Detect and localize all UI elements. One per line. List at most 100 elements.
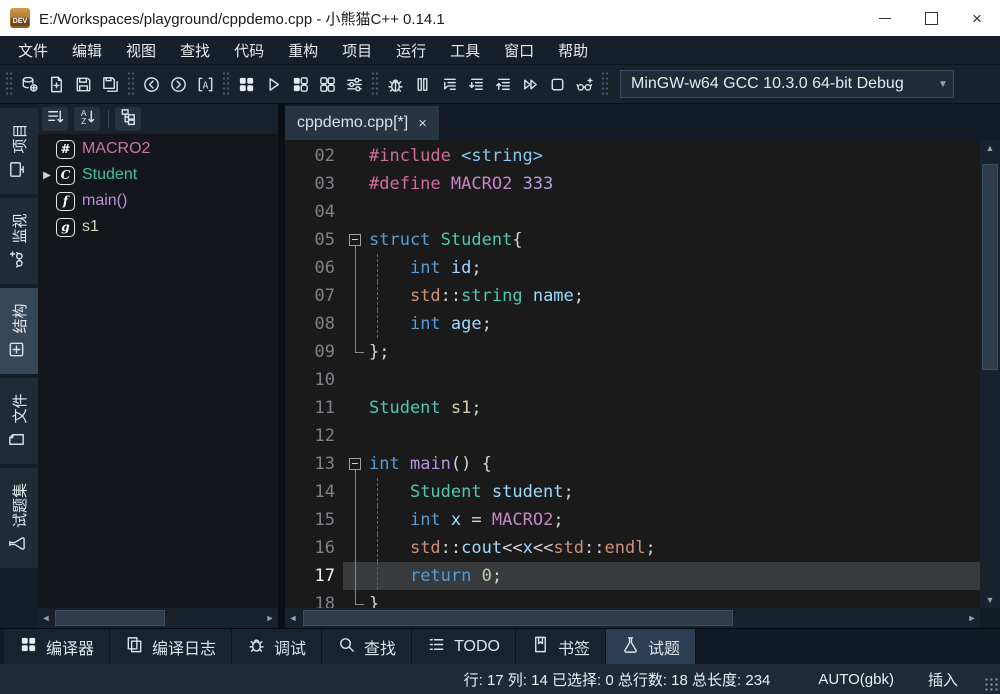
bottom-tab-find[interactable]: 查找 (322, 629, 412, 664)
bookmark-icon (531, 635, 550, 659)
reformat-button[interactable]: A (192, 70, 219, 98)
editor-horizontal-scrollbar[interactable]: ◄ ► (285, 608, 980, 628)
code-line-05[interactable]: 05struct Student{ (285, 226, 980, 254)
step-out-button[interactable] (490, 70, 517, 98)
sidebar-tab-structure[interactable]: 结构 (0, 288, 38, 374)
scroll-left-icon[interactable]: ◄ (285, 608, 301, 628)
menu-item-4[interactable]: 代码 (225, 36, 273, 65)
rebuild-button[interactable] (314, 70, 341, 98)
maximize-button[interactable] (908, 0, 954, 36)
tree-item-macro2[interactable]: #MACRO2 (38, 136, 278, 162)
close-button[interactable]: × (954, 0, 1000, 36)
compile-button[interactable] (233, 70, 260, 98)
menu-item-1[interactable]: 编辑 (63, 36, 111, 65)
save-all-button[interactable] (97, 70, 124, 98)
options-button[interactable] (341, 70, 368, 98)
sidebar-tab-project[interactable]: 项目 (0, 108, 38, 194)
code-line-14[interactable]: 14 Student student; (285, 478, 980, 506)
menu-item-3[interactable]: 查找 (171, 36, 219, 65)
code-line-09[interactable]: 09}; (285, 338, 980, 366)
resize-grip[interactable] (984, 677, 998, 691)
scroll-up-icon[interactable]: ▲ (980, 140, 1000, 156)
tree-item-label: MACRO2 (82, 140, 150, 158)
compiler-set-combobox[interactable]: MinGW-w64 GCC 10.3.0 64-bit Debug▼ (620, 70, 954, 98)
continue-button[interactable] (517, 70, 544, 98)
step-into-button[interactable] (463, 70, 490, 98)
bottom-tab-compile-log[interactable]: 编译日志 (110, 629, 232, 664)
fold-gutter (343, 170, 369, 198)
panel-splitter[interactable] (278, 104, 285, 628)
menu-item-2[interactable]: 视图 (117, 36, 165, 65)
pause-button[interactable] (409, 70, 436, 98)
status-encoding[interactable]: AUTO(gbk) (818, 671, 894, 688)
stop-button[interactable] (544, 70, 571, 98)
code-line-10[interactable]: 10 (285, 366, 980, 394)
sidebar-tab-files[interactable]: 文件 (0, 378, 38, 464)
editor-vertical-scrollbar[interactable]: ▲ ▼ (980, 140, 1000, 608)
expand-arrow-icon[interactable]: ▶ (38, 170, 56, 181)
code-viewport[interactable]: 02#include <string>03#define MACRO2 3330… (285, 140, 980, 608)
scroll-right-icon[interactable]: ► (964, 608, 980, 628)
bottom-tab-bookmarks[interactable]: 书签 (516, 629, 606, 664)
class-browser-horizontal-scrollbar[interactable]: ◄ ► (38, 608, 278, 628)
code-line-03[interactable]: 03#define MACRO2 333 (285, 170, 980, 198)
menu-item-6[interactable]: 项目 (333, 36, 381, 65)
tab-close-icon[interactable]: × (418, 115, 427, 132)
scroll-right-icon[interactable]: ► (262, 608, 278, 628)
debug-button[interactable] (382, 70, 409, 98)
nav-forward-button[interactable] (165, 70, 192, 98)
bottom-tab-todo[interactable]: TODO (412, 629, 516, 664)
show-inherited-button[interactable] (115, 107, 141, 131)
code-line-12[interactable]: 12 (285, 422, 980, 450)
code-line-11[interactable]: 11Student s1; (285, 394, 980, 422)
sort-alpha-button[interactable]: AZ (74, 107, 100, 131)
menu-item-7[interactable]: 运行 (387, 36, 435, 65)
status-insert-mode[interactable]: 插入 (928, 669, 958, 690)
step-over-button[interactable] (436, 70, 463, 98)
code-line-04[interactable]: 04 (285, 198, 980, 226)
tree-item-s1[interactable]: gs1 (38, 214, 278, 240)
add-watch-icon (575, 75, 594, 94)
new-project-button[interactable] (16, 70, 43, 98)
scroll-left-icon[interactable]: ◄ (38, 608, 54, 628)
menu-item-5[interactable]: 重构 (279, 36, 327, 65)
menu-item-10[interactable]: 帮助 (549, 36, 597, 65)
add-watch-button[interactable] (571, 70, 598, 98)
sidebar-tab-problem-set[interactable]: 试题集 (0, 468, 38, 568)
bottom-tab-problem[interactable]: 试题 (606, 629, 696, 664)
code-line-18[interactable]: 18} (285, 590, 980, 608)
fold-collapse-icon[interactable] (349, 458, 361, 470)
menu-item-9[interactable]: 窗口 (495, 36, 543, 65)
editor-tab-cppdemo[interactable]: cppdemo.cpp[*] × (285, 106, 439, 140)
fold-collapse-icon[interactable] (349, 234, 361, 246)
code-line-07[interactable]: 07 std::string name; (285, 282, 980, 310)
tree-item-main[interactable]: fmain() (38, 188, 278, 214)
code-line-13[interactable]: 13int main() { (285, 450, 980, 478)
sidebar-tab-watch[interactable]: 监视 (0, 198, 38, 284)
nav-back-button[interactable] (138, 70, 165, 98)
sort-by-position-button[interactable] (42, 107, 68, 131)
sidebar-tab-content: 监视 (0, 198, 38, 284)
code-line-08[interactable]: 08 int age; (285, 310, 980, 338)
new-file-button[interactable] (43, 70, 70, 98)
minimize-button[interactable] (862, 0, 908, 36)
horizontal-scroll-thumb[interactable] (303, 610, 733, 626)
scroll-down-icon[interactable]: ▼ (980, 592, 1000, 608)
run-button[interactable] (260, 70, 287, 98)
menu-item-8[interactable]: 工具 (441, 36, 489, 65)
code-line-17[interactable]: 17 return 0; (285, 562, 980, 590)
bottom-tab-label: 编译日志 (152, 635, 216, 659)
tree-item-student[interactable]: ▶CStudent (38, 162, 278, 188)
code-line-16[interactable]: 16 std::cout<<x<<std::endl; (285, 534, 980, 562)
vertical-scroll-thumb[interactable] (982, 164, 998, 370)
compile-run-button[interactable] (287, 70, 314, 98)
horizontal-scroll-thumb[interactable] (55, 610, 165, 626)
code-line-15[interactable]: 15 int x = MACRO2; (285, 506, 980, 534)
save-button[interactable] (70, 70, 97, 98)
bottom-tab-debug[interactable]: 调试 (232, 629, 322, 664)
find-icon (337, 635, 356, 659)
code-line-06[interactable]: 06 int id; (285, 254, 980, 282)
menu-item-0[interactable]: 文件 (9, 36, 57, 65)
code-line-02[interactable]: 02#include <string> (285, 142, 980, 170)
bottom-tab-compiler[interactable]: 编译器 (4, 629, 110, 664)
